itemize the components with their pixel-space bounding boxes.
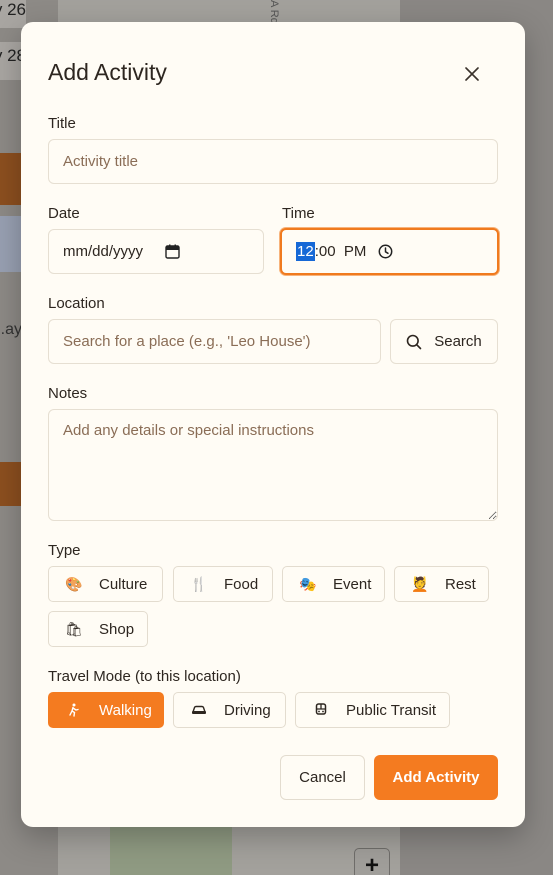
travel-mode-label-text: Driving [224,701,271,719]
map-zoom-in-button: + [354,848,390,875]
travel-mode-driving[interactable]: Driving [173,692,286,728]
calendar-icon[interactable] [165,244,180,259]
type-chip-rest[interactable]: 💆 Rest [394,566,489,602]
travel-mode-label: Travel Mode (to this location) [48,668,241,685]
search-button[interactable]: Search [390,319,498,364]
type-chip-culture[interactable]: 🎨 Culture [48,566,163,602]
search-icon [406,334,422,349]
walking-icon [65,703,83,717]
title-input[interactable]: Activity title [48,139,498,184]
background-orange-block-1 [0,153,22,205]
add-activity-modal: Add Activity Title Activity title Date m… [21,22,525,827]
time-minutes-period[interactable]: :00 PM [315,243,367,260]
title-label: Title [48,115,76,132]
background-text-fragment: ay. [0,321,22,338]
clock-icon[interactable] [378,244,393,259]
theater-masks-icon: 🎭 [299,575,317,592]
cancel-button[interactable]: Cancel [280,755,365,800]
type-chip-event[interactable]: 🎭 Event [282,566,385,602]
notes-label: Notes [48,385,88,402]
notes-textarea[interactable] [48,409,498,521]
travel-mode-label-text: Walking [99,701,152,719]
travel-mode-public-transit[interactable]: Public Transit [295,692,450,728]
type-label: Type [48,542,81,559]
modal-title: Add Activity [48,59,167,85]
time-label: Time [282,205,315,222]
date-placeholder: mm/dd/yyyy [63,243,144,260]
shopping-bag-icon: 🛍 [65,620,83,637]
close-button[interactable] [458,60,486,88]
date-label: Date [48,205,80,222]
location-placeholder: Search for a place (e.g., 'Leo House') [63,333,311,350]
background-date-1: y 26 [0,0,26,28]
date-input[interactable]: mm/dd/yyyy [48,229,264,274]
time-input[interactable]: 12 :00 PM [280,228,499,275]
search-button-label: Search [434,333,482,350]
massage-icon: 💆 [411,575,429,592]
location-input[interactable]: Search for a place (e.g., 'Leo House') [48,319,381,364]
background-orange-block-2 [0,462,22,506]
background-blue-block [0,216,22,272]
title-placeholder: Activity title [63,153,139,170]
palette-icon: 🎨 [65,575,83,592]
add-activity-button[interactable]: Add Activity [374,755,498,800]
type-chip-label: Rest [445,575,476,593]
travel-mode-label-text: Public Transit [346,701,437,719]
transit-icon [312,703,330,717]
type-chip-label: Shop [99,620,135,638]
type-chip-food[interactable]: 🍴 Food [173,566,273,602]
car-icon [190,704,208,716]
modal-header: Add Activity [48,22,498,122]
map-park-area [110,826,232,875]
type-chip-shop[interactable]: 🛍 Shop [48,611,148,647]
type-chip-label: Culture [99,575,148,593]
time-hour-segment[interactable]: 12 [296,242,315,261]
close-icon [465,67,479,81]
type-chip-label: Event [333,575,372,593]
type-chip-label: Food [224,575,259,593]
travel-mode-walking[interactable]: Walking [48,692,164,728]
location-label: Location [48,295,105,312]
map-road-label: A Rd [268,0,280,24]
fork-knife-icon: 🍴 [190,575,208,592]
